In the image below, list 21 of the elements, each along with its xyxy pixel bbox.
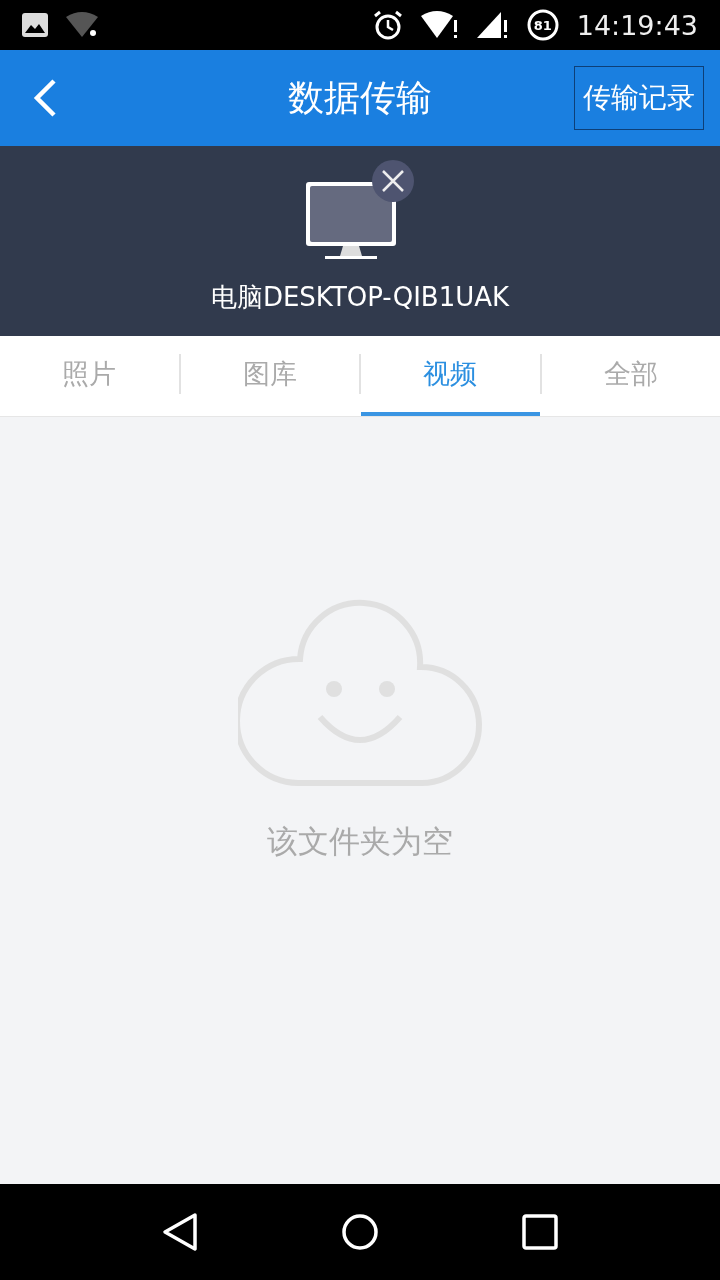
tab[interactable]: 全部	[541, 336, 720, 416]
alarm-icon	[372, 10, 403, 40]
clock-time: 14:19:43	[576, 9, 698, 41]
wifi-icon	[420, 10, 459, 40]
page-title: 数据传输	[288, 75, 432, 120]
close-button[interactable]	[372, 160, 414, 202]
recents-nav-button[interactable]	[522, 1214, 559, 1250]
battery-indicator: 81	[526, 9, 559, 41]
back-nav-button[interactable]	[161, 1212, 198, 1252]
empty-message: 该文件夹为空	[267, 822, 453, 861]
signal-icon	[476, 10, 509, 40]
chevron-left-icon	[32, 78, 58, 118]
monitor-icon	[305, 182, 397, 260]
wifi-icon	[66, 11, 100, 39]
tab[interactable]: 图库	[180, 336, 359, 416]
image-icon	[22, 13, 48, 37]
close-icon	[382, 170, 404, 192]
home-nav-button[interactable]	[341, 1213, 379, 1251]
history-button[interactable]: 传输记录	[574, 66, 704, 130]
device-name: 电脑DESKTOP-QIB1UAK	[210, 281, 510, 314]
tab[interactable]: 照片	[0, 336, 179, 416]
